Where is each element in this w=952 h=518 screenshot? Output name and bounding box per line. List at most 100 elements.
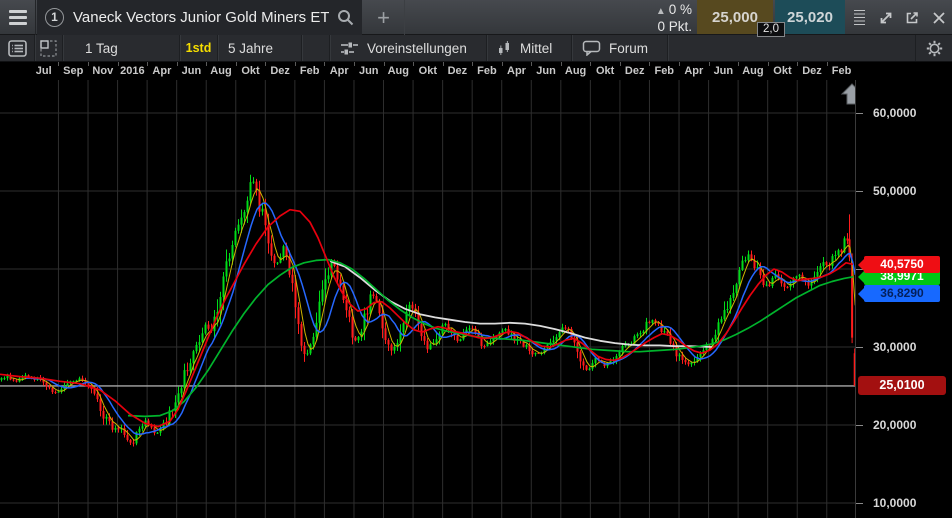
month-label: Apr bbox=[684, 65, 703, 77]
price-tick bbox=[856, 191, 863, 192]
forum-button[interactable]: Forum bbox=[572, 35, 668, 61]
month-tick bbox=[738, 62, 739, 66]
month-tick bbox=[531, 62, 532, 66]
month-tick bbox=[354, 62, 355, 66]
price-axis[interactable]: 40,5750 38,9971 36,8290 25,0100 60,00005… bbox=[855, 80, 952, 518]
month-label: Sep bbox=[63, 65, 83, 77]
month-label: Feb bbox=[832, 65, 852, 77]
month-label: Jul bbox=[36, 65, 52, 77]
orderbook-lines-icon[interactable] bbox=[846, 0, 873, 35]
month-tick bbox=[413, 62, 414, 66]
month-label: Jun bbox=[359, 65, 379, 77]
price-tick-label: 30,0000 bbox=[873, 340, 916, 354]
month-label: Aug bbox=[742, 65, 763, 77]
month-label: Okt bbox=[241, 65, 259, 77]
month-tick bbox=[58, 62, 59, 66]
month-tick bbox=[443, 62, 444, 66]
change-points: 0 Pkt. bbox=[656, 19, 692, 34]
month-label: Aug bbox=[210, 65, 231, 77]
month-label: Jun bbox=[714, 65, 734, 77]
averages-button[interactable]: Mittel bbox=[487, 35, 572, 61]
month-tick bbox=[709, 62, 710, 66]
price-tick-label: 60,0000 bbox=[873, 106, 916, 120]
trading-app-window: 1 Vaneck Vectors Junior Gold Miners ETF … bbox=[0, 0, 952, 518]
new-tab-button[interactable]: + bbox=[363, 0, 405, 35]
spread-badge: 2,0 bbox=[757, 22, 785, 37]
month-tick bbox=[561, 62, 562, 66]
month-label: Dez bbox=[802, 65, 822, 77]
month-tick bbox=[236, 62, 237, 66]
sliders-icon bbox=[340, 41, 359, 56]
chart-settings-button[interactable] bbox=[915, 35, 952, 61]
month-label: Apr bbox=[330, 65, 349, 77]
price-tick bbox=[856, 503, 863, 504]
grid-layout-icon bbox=[40, 40, 57, 57]
month-tick bbox=[797, 62, 798, 66]
candlestick-icon bbox=[497, 40, 512, 56]
detach-window-icon[interactable] bbox=[899, 0, 926, 35]
expand-window-icon[interactable] bbox=[873, 0, 900, 35]
month-tick bbox=[590, 62, 591, 66]
month-label: Feb bbox=[654, 65, 674, 77]
month-tick bbox=[118, 62, 119, 66]
up-triangle-icon: ▲ bbox=[656, 6, 666, 17]
last-price-tag: 25,0100 bbox=[858, 376, 946, 395]
month-tick bbox=[147, 62, 148, 66]
presets-button[interactable]: Voreinstellungen bbox=[330, 35, 487, 61]
chart-toolbar: 1 Tag 1std 5 Jahre Voreinstellungen bbox=[0, 35, 952, 62]
month-label: Jun bbox=[536, 65, 556, 77]
price-chart[interactable] bbox=[0, 80, 855, 518]
month-tick bbox=[177, 62, 178, 66]
x-axis-months[interactable]: JulSepNov2016AprJunAugOktDezFebAprJunAug… bbox=[0, 62, 952, 80]
month-label: Okt bbox=[419, 65, 437, 77]
month-tick bbox=[324, 62, 325, 66]
month-label: Feb bbox=[300, 65, 320, 77]
month-label: Jun bbox=[182, 65, 202, 77]
month-label: Aug bbox=[388, 65, 409, 77]
month-tick bbox=[88, 62, 89, 66]
month-tick bbox=[384, 62, 385, 66]
search-icon[interactable] bbox=[337, 9, 354, 26]
month-label: Dez bbox=[448, 65, 468, 77]
speech-bubble-icon bbox=[582, 40, 601, 56]
toolbar-spacer bbox=[302, 35, 330, 61]
range-5jahre-button[interactable]: 5 Jahre bbox=[218, 35, 302, 61]
month-label: 2016 bbox=[120, 65, 144, 77]
month-label: Okt bbox=[596, 65, 614, 77]
red-ma-price-tag: 40,5750 bbox=[864, 256, 940, 273]
instrument-tab[interactable]: 1 Vaneck Vectors Junior Gold Miners ETF bbox=[37, 0, 362, 35]
month-tick bbox=[502, 62, 503, 66]
instrument-title: Vaneck Vectors Junior Gold Miners ETF bbox=[73, 9, 329, 26]
month-label: Dez bbox=[270, 65, 290, 77]
price-tick bbox=[856, 347, 863, 348]
month-tick bbox=[620, 62, 621, 66]
watchlist-button[interactable] bbox=[0, 35, 35, 61]
change-percent: 0 % bbox=[669, 2, 692, 17]
ask-price-button[interactable]: 25,020 bbox=[775, 0, 845, 34]
layout-split-button[interactable] bbox=[35, 35, 63, 61]
month-tick bbox=[206, 62, 207, 66]
gear-icon bbox=[926, 40, 943, 57]
month-label: Aug bbox=[565, 65, 586, 77]
month-tick bbox=[679, 62, 680, 66]
month-label: Apr bbox=[152, 65, 171, 77]
month-label: Okt bbox=[773, 65, 791, 77]
change-block: ▲0 % 0 Pkt. bbox=[656, 2, 692, 34]
tab-index-badge: 1 bbox=[45, 8, 64, 27]
month-tick bbox=[265, 62, 266, 66]
hamburger-menu-button[interactable] bbox=[0, 0, 36, 35]
month-tick bbox=[768, 62, 769, 66]
price-tick bbox=[856, 425, 863, 426]
month-label: Apr bbox=[507, 65, 526, 77]
interval-1tag-button[interactable]: 1 Tag bbox=[63, 35, 180, 61]
month-tick bbox=[827, 62, 828, 66]
interval-1std-button[interactable]: 1std bbox=[180, 35, 218, 61]
titlebar: 1 Vaneck Vectors Junior Gold Miners ETF … bbox=[0, 0, 952, 35]
month-tick bbox=[472, 62, 473, 66]
close-icon[interactable] bbox=[926, 0, 952, 35]
jump-to-latest-icon[interactable] bbox=[842, 84, 855, 104]
month-label: Feb bbox=[477, 65, 497, 77]
price-tick-label: 50,0000 bbox=[873, 184, 916, 198]
price-tick bbox=[856, 113, 863, 114]
month-tick bbox=[649, 62, 650, 66]
